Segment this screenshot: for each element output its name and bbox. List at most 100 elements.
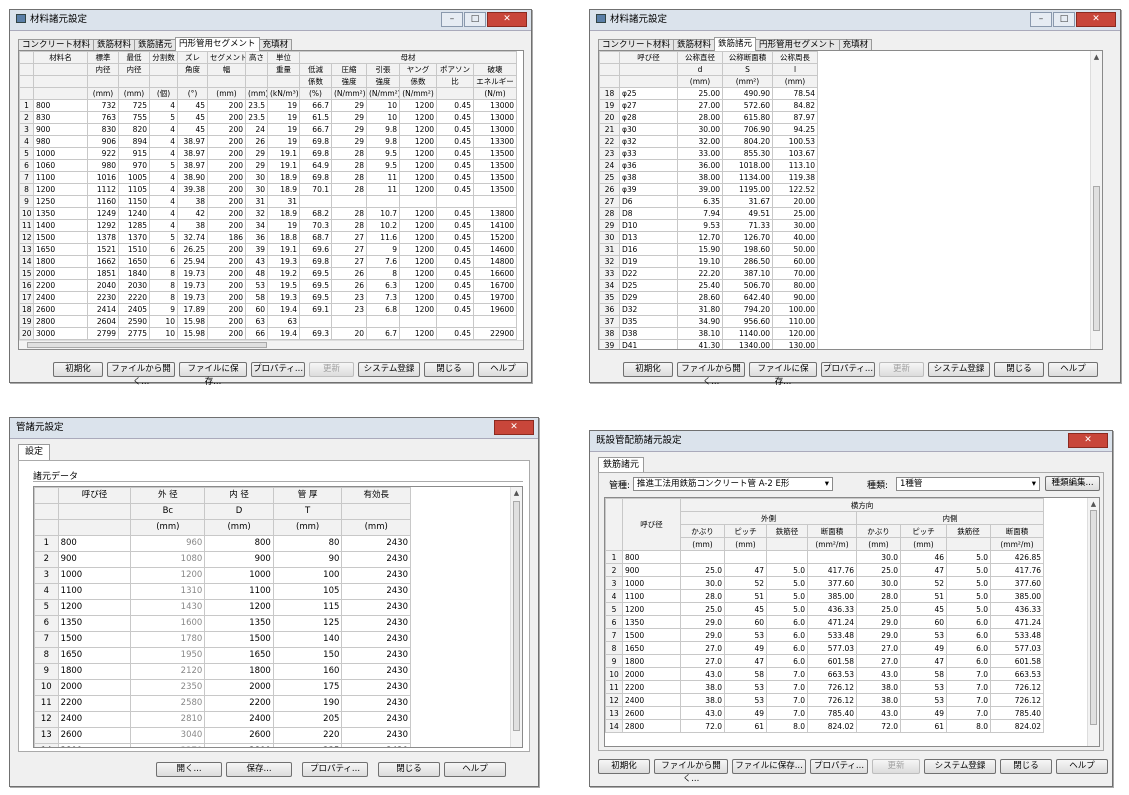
cell[interactable]: 8.0 bbox=[766, 719, 808, 733]
cell[interactable]: 69.5 bbox=[299, 279, 332, 292]
cell[interactable]: 10 bbox=[149, 315, 178, 328]
button-1[interactable]: 保存... bbox=[226, 762, 292, 777]
cell[interactable]: 14100 bbox=[472, 219, 518, 232]
table-row[interactable]: 36 D32 31.80 794.20 100.00 bbox=[599, 303, 818, 316]
table-row[interactable]: 24 φ36 36.00 1018.00 113.10 bbox=[599, 159, 818, 172]
cell[interactable]: 800 bbox=[57, 535, 132, 552]
cell[interactable]: 6.0 bbox=[946, 615, 991, 629]
cell[interactable]: 0.45 bbox=[436, 231, 474, 244]
cell[interactable]: 58 bbox=[245, 291, 268, 304]
cell[interactable]: 19.4 bbox=[267, 303, 300, 316]
tab-2[interactable]: 鉄筋諸元 bbox=[714, 37, 757, 51]
segment-table[interactable]: 材料名 標準 最低 分割数 ズレ セグメント 高さ 単位 母材 内径 内径 角度幅 重量 低減 圧縮 引張 ヤン… bbox=[18, 50, 524, 350]
cell[interactable]: 1200 bbox=[399, 327, 437, 340]
cell[interactable]: 490.90 bbox=[722, 87, 773, 100]
table-row[interactable]: 6 1350 1600 1350 125 2430 bbox=[34, 615, 411, 632]
button-3[interactable]: 閉じる bbox=[378, 762, 440, 777]
kind-edit-button[interactable]: 種類編集... bbox=[1045, 476, 1100, 491]
cell[interactable]: 51 bbox=[724, 589, 767, 603]
cell[interactable]: φ33 bbox=[619, 147, 678, 160]
table-row[interactable]: 19 2800 2604 2590 10 15.98 200 63 63 bbox=[19, 315, 518, 328]
cell[interactable]: 0.45 bbox=[436, 327, 474, 340]
cell[interactable]: D8 bbox=[619, 207, 678, 220]
cell[interactable]: 38.00 bbox=[677, 171, 723, 184]
cell[interactable]: 18.9 bbox=[267, 171, 300, 184]
cell[interactable]: 417.76 bbox=[990, 563, 1044, 577]
cell[interactable]: 2400 bbox=[33, 291, 88, 304]
cell[interactable]: 726.12 bbox=[807, 680, 857, 694]
cell[interactable]: 30.00 bbox=[677, 123, 723, 136]
table-row[interactable]: 13 1650 1521 1510 6 26.25 200 39 19.1 69.6 27 9 1200… bbox=[19, 243, 518, 256]
maximize-button[interactable]: □ bbox=[464, 12, 486, 27]
cell[interactable]: 0.45 bbox=[436, 303, 474, 316]
cell[interactable]: 19.4 bbox=[267, 327, 300, 340]
cell[interactable]: 1112 bbox=[87, 183, 119, 196]
cell[interactable]: 28.60 bbox=[677, 291, 723, 304]
cell[interactable]: 34 bbox=[245, 219, 268, 232]
cell[interactable]: 200 bbox=[207, 219, 246, 232]
table-row[interactable]: 31 D16 15.90 198.60 50.00 bbox=[599, 243, 818, 256]
cell[interactable]: 30.0 bbox=[856, 550, 901, 564]
cell[interactable]: D29 bbox=[619, 291, 678, 304]
cell[interactable]: 25.94 bbox=[177, 255, 208, 268]
table-row[interactable]: 35 D29 28.60 642.40 90.00 bbox=[599, 291, 818, 304]
cell[interactable]: 1500 bbox=[33, 231, 88, 244]
cell[interactable]: 1100 bbox=[57, 583, 132, 600]
cell[interactable]: 2800 bbox=[57, 743, 132, 747]
cell[interactable]: 642.40 bbox=[722, 291, 773, 304]
cell[interactable]: 1200 bbox=[399, 99, 437, 112]
close-button[interactable]: ✕ bbox=[494, 420, 534, 435]
table-row[interactable]: 8 1650 27.0 49 6.0 577.03 27.0 49 6.0 577.03 bbox=[605, 641, 1044, 655]
cell[interactable]: 0.45 bbox=[436, 243, 474, 256]
cell[interactable]: 90 bbox=[272, 551, 343, 568]
cell[interactable]: 6.0 bbox=[766, 654, 808, 668]
cell[interactable]: 2430 bbox=[341, 663, 411, 680]
table-row[interactable]: 6 1350 29.0 60 6.0 471.24 29.0 60 6.0 471.24 bbox=[605, 615, 1044, 629]
cell[interactable]: 4 bbox=[149, 207, 178, 220]
cell[interactable]: 47 bbox=[900, 563, 947, 577]
cell[interactable]: 1060 bbox=[33, 159, 88, 172]
cell[interactable]: 0.45 bbox=[436, 207, 474, 220]
cell[interactable]: 60 bbox=[900, 615, 947, 629]
cell[interactable]: 3000 bbox=[33, 327, 88, 340]
cell[interactable]: 6.0 bbox=[766, 641, 808, 655]
cell[interactable]: 60 bbox=[245, 303, 268, 316]
cell[interactable]: 69.8 bbox=[299, 147, 332, 160]
cell[interactable] bbox=[331, 195, 367, 208]
cell[interactable]: 200 bbox=[207, 171, 246, 184]
cell[interactable]: 205 bbox=[272, 711, 343, 728]
table-row[interactable]: 17 2400 2230 2220 8 19.73 200 58 19.3 69.5 23 7.3 12… bbox=[19, 291, 518, 304]
cell[interactable]: 1285 bbox=[118, 219, 150, 232]
table-row[interactable]: 27 D6 6.35 31.67 20.00 bbox=[599, 195, 818, 208]
cell[interactable]: 1200 bbox=[399, 279, 437, 292]
cell[interactable]: 1000 bbox=[57, 567, 132, 584]
table-row[interactable]: 11 2200 38.0 53 7.0 726.12 38.0 53 7.0 726.12 bbox=[605, 680, 1044, 694]
cell[interactable]: 13800 bbox=[472, 207, 518, 220]
cell[interactable]: 7.0 bbox=[946, 706, 991, 720]
cell[interactable]: 26 bbox=[245, 135, 268, 148]
cell[interactable]: 34.90 bbox=[677, 315, 723, 328]
cell[interactable] bbox=[724, 550, 767, 564]
cell[interactable]: 8 bbox=[149, 267, 178, 280]
cell[interactable]: 1250 bbox=[33, 195, 88, 208]
cell[interactable]: φ28 bbox=[619, 111, 678, 124]
cell[interactable] bbox=[399, 315, 437, 328]
cell[interactable]: 1510 bbox=[118, 243, 150, 256]
cell[interactable]: 38.0 bbox=[680, 680, 725, 694]
cell[interactable]: 15.98 bbox=[177, 327, 208, 340]
cell[interactable]: 32 bbox=[245, 207, 268, 220]
table-row[interactable]: 29 D10 9.53 71.33 30.00 bbox=[599, 219, 818, 232]
table-row[interactable]: 18 2600 2414 2405 9 17.89 200 60 19.4 69.1 23 6.8 12… bbox=[19, 303, 518, 316]
cell[interactable]: 14600 bbox=[472, 243, 518, 256]
cell[interactable]: 69.6 bbox=[299, 243, 332, 256]
cell[interactable]: 66.7 bbox=[299, 123, 332, 136]
cell[interactable] bbox=[680, 550, 725, 564]
cell[interactable]: 25.40 bbox=[677, 279, 723, 292]
cell[interactable]: 70.00 bbox=[772, 267, 818, 280]
cell[interactable]: 1100 bbox=[622, 589, 681, 603]
cell[interactable]: 0.45 bbox=[436, 159, 474, 172]
cell[interactable]: 200 bbox=[207, 243, 246, 256]
cell[interactable]: 2600 bbox=[622, 706, 681, 720]
cell[interactable] bbox=[399, 195, 437, 208]
cell[interactable]: 11.6 bbox=[366, 231, 400, 244]
